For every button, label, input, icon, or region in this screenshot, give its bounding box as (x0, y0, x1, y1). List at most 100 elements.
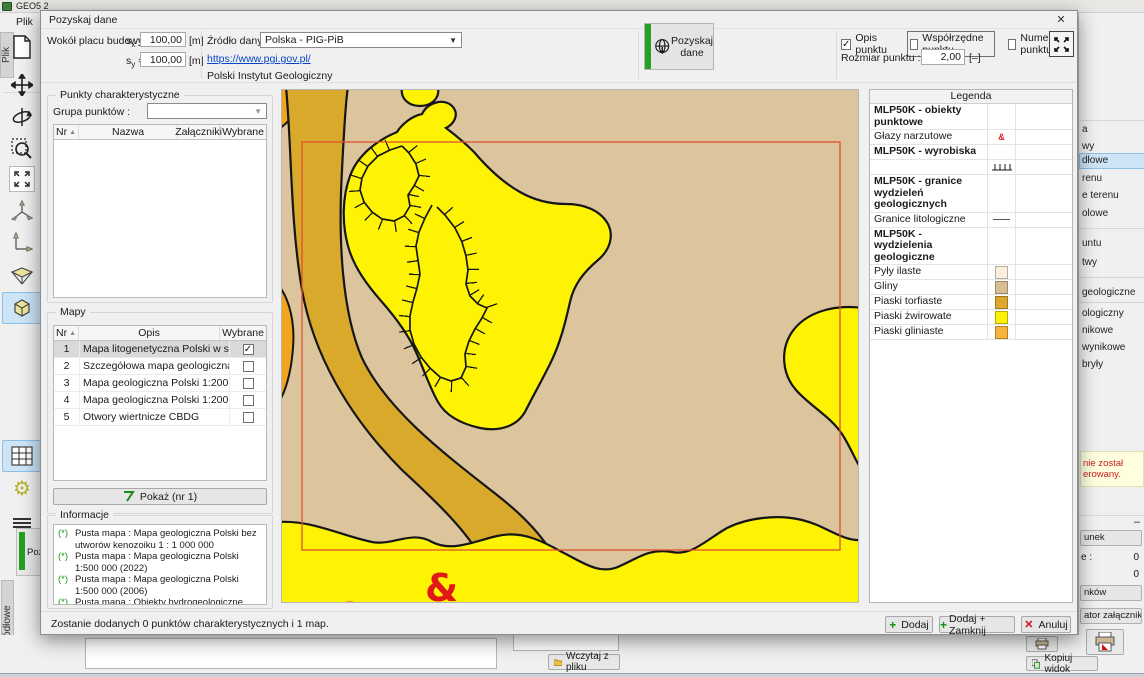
fullscreen-expand-button[interactable] (1049, 31, 1074, 57)
legend-label: Głazy narzutowe (870, 130, 988, 144)
rotate-view-icon[interactable] (9, 104, 35, 130)
legend-label: Pyły ilaste (870, 265, 988, 279)
maps-table[interactable]: Nr▲ Opis Wybrane 1Mapa litogenetyczna Po… (53, 325, 267, 481)
dialog-title: Pozyskaj dane (49, 14, 117, 26)
add-button[interactable]: +Dodaj (885, 616, 933, 633)
pan-icon[interactable] (9, 72, 35, 98)
info-messages: (*)Pusta mapa : Mapa geologiczna Polski … (53, 524, 267, 605)
new-file-icon[interactable] (9, 34, 35, 60)
boulder-symbol: & (334, 595, 367, 603)
cancel-x-icon: ✕ (1024, 618, 1033, 631)
map-select-checkbox[interactable] (243, 344, 254, 355)
maps-table-row[interactable]: 3Mapa geologiczna Polski 1:200 000 - zak… (54, 375, 266, 392)
pgi-link[interactable]: https://www.pgi.gov.pl/ (207, 53, 311, 65)
sy-input[interactable]: 100,00 (140, 52, 186, 67)
maps-table-row[interactable]: 4Mapa geologiczna Polski 1:200 000 - odk… (54, 392, 266, 409)
frame-item-fragment[interactable]: e terenu (1082, 190, 1119, 201)
bottom-background: Wczytaj z pliku Kopiuj widok (0, 635, 1144, 677)
table-cell: Mapa litogenetyczna Polski w skali 1:50 … (80, 341, 230, 357)
points-table[interactable]: Nr▲ Nazwa Załączniki Wybrane (53, 124, 267, 298)
bottom-textarea[interactable] (85, 638, 497, 669)
printer-small-button[interactable] (1026, 636, 1058, 652)
count-value-1: 0 (1133, 552, 1139, 563)
boulder-symbol: & (425, 566, 458, 603)
point-group-label: Grupa punktów : (53, 106, 130, 118)
maps-table-row[interactable]: 2Szczegółowa mapa geologiczna Polski 1:5 (54, 358, 266, 375)
map-select-checkbox[interactable] (243, 412, 254, 423)
checkbox-box[interactable] (910, 39, 919, 50)
panel-minimize[interactable]: – (1134, 516, 1140, 528)
view-plane-icon[interactable] (9, 262, 35, 288)
legend-row: MLP50K - obiekty punktowe (870, 104, 1072, 130)
table-cell: 5 (54, 409, 80, 425)
frame-item-fragment[interactable]: bryły (1082, 359, 1103, 370)
map-view[interactable]: & & (281, 89, 859, 603)
legend-symbol-swatch (988, 310, 1016, 324)
zoom-selection-icon[interactable] (9, 136, 35, 162)
load-from-file-button[interactable]: Wczytaj z pliku (548, 654, 620, 670)
table-cell (230, 341, 266, 357)
frame-item-fragment[interactable]: twy (1082, 257, 1097, 268)
table-cell: Mapa geologiczna Polski 1:200 000 - odkr… (80, 392, 230, 408)
point-group-combo[interactable]: ▼ (147, 103, 267, 119)
close-icon[interactable]: ✕ (1053, 13, 1069, 27)
frame-item-fragment[interactable]: wy (1082, 141, 1094, 152)
screen: GEO5 2 Plik Edy Plik (0, 0, 1144, 677)
legend-row: Granice litologiczne (870, 213, 1072, 228)
attachments-generator-button-fragment[interactable]: ator załączników (1080, 608, 1142, 624)
expand-arrows-icon (1054, 37, 1069, 52)
show-map-button[interactable]: Pokaż (nr 1) (53, 488, 267, 505)
legend-row: Piaski gliniaste (870, 325, 1072, 340)
info-line: (*)Pusta mapa : Mapa geologiczna Polski … (58, 528, 262, 551)
acquire-data-button[interactable]: Pozyskajdane (644, 23, 714, 70)
fragment-button-2[interactable]: nków (1080, 585, 1142, 601)
add-close-button[interactable]: +Dodaj + Zamknij (939, 616, 1015, 633)
warning-box: nie został erowany. (1080, 451, 1144, 487)
frame-item-fragment[interactable]: wynikowe (1082, 342, 1125, 353)
legend-label: Piaski żwirowate (870, 310, 988, 324)
sx-input[interactable]: 100,00 (140, 32, 186, 47)
settings-gear-icon[interactable]: ⚙ (9, 475, 35, 501)
fragment-button-1[interactable]: unek (1080, 530, 1142, 546)
cube-view-icon[interactable] (9, 295, 35, 321)
printer-icon (1094, 632, 1116, 652)
frame-item-fragment[interactable]: a (1082, 124, 1088, 135)
frame-item-fragment[interactable]: renu (1082, 173, 1102, 184)
source-combo[interactable]: Polska - PIG-PiB▼ (260, 32, 462, 48)
warning-line: nie został (1083, 458, 1141, 469)
axes-2d-icon[interactable] (9, 230, 35, 256)
frame-item-fragment[interactable]: nikowe (1082, 325, 1113, 336)
legend-label: Piaski gliniaste (870, 325, 988, 339)
checkbox-box[interactable] (841, 39, 851, 50)
printer-large-button[interactable] (1086, 629, 1124, 655)
menu-plik[interactable]: Plik (16, 16, 33, 28)
institute-label: Polski Instytut Geologiczny (207, 70, 332, 82)
frame-item-fragment[interactable]: ologiczny (1082, 308, 1124, 319)
chevron-down-icon: ▼ (254, 107, 262, 116)
frame-item-fragment[interactable]: olowe (1082, 208, 1108, 219)
table-cell: 3 (54, 375, 80, 391)
frame-item-fragment[interactable]: dłowe (1082, 155, 1108, 166)
map-select-checkbox[interactable] (243, 361, 254, 372)
point-size-input[interactable]: 2,00 (921, 49, 965, 65)
table-cell (230, 409, 266, 425)
frame-item-fragment[interactable]: untu (1082, 238, 1101, 249)
fit-view-icon[interactable] (9, 166, 35, 192)
axes-3d-icon[interactable] (9, 198, 35, 224)
map-select-checkbox[interactable] (243, 395, 254, 406)
frame-item-fragment[interactable]: geologiczne (1082, 287, 1135, 298)
open-folder-icon (554, 657, 562, 667)
checkbox-box[interactable] (1008, 39, 1017, 50)
legend-symbol-swatch (988, 295, 1016, 309)
legend-label: Piaski torfiaste (870, 295, 988, 309)
legend-symbol-amp: & (988, 130, 1016, 144)
maps-table-row[interactable]: 5Otwory wiertnicze CBDG (54, 409, 266, 426)
map-select-checkbox[interactable] (243, 378, 254, 389)
table-grid-icon[interactable] (9, 443, 35, 469)
dialog-titlebar: Pozyskaj dane ✕ (41, 11, 1077, 29)
bottom-field[interactable] (513, 634, 619, 651)
maps-table-row[interactable]: 1Mapa litogenetyczna Polski w skali 1:50… (54, 341, 266, 358)
cancel-button[interactable]: ✕Anuluj (1021, 616, 1071, 633)
legend-row: Gliny (870, 280, 1072, 295)
copy-view-button[interactable]: Kopiuj widok (1026, 656, 1098, 671)
